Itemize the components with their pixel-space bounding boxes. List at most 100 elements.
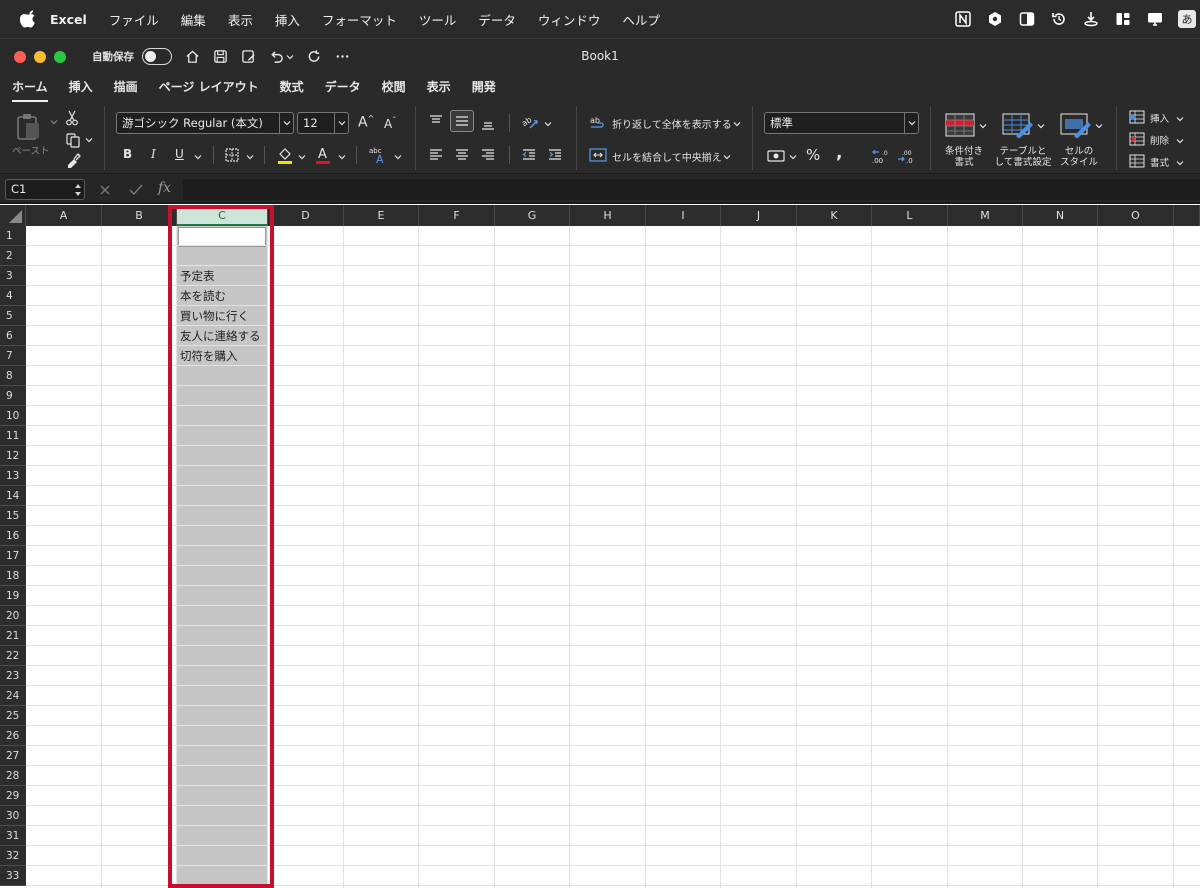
- insert-cells-button[interactable]: 挿入: [1150, 111, 1169, 125]
- font-color-icon[interactable]: A: [314, 145, 332, 165]
- undo-icon[interactable]: [268, 49, 284, 65]
- zoom-window-button[interactable]: [54, 50, 66, 63]
- worksheet-grid[interactable]: ABCDEFGHIJKLMNO 1 2 3 4 5 6 7 8 9 10 11 12 13 14 15 16 1…: [0, 205, 1200, 888]
- row-header-3[interactable]: 3: [0, 266, 26, 286]
- column-header-f[interactable]: F: [419, 205, 495, 226]
- column-header-e[interactable]: E: [344, 205, 419, 226]
- format-painter-icon[interactable]: [64, 152, 82, 168]
- row-header-33[interactable]: 33: [0, 866, 26, 886]
- wrap-text-button[interactable]: 折り返して全体を表示する: [612, 116, 732, 131]
- align-middle-icon[interactable]: [450, 110, 474, 132]
- row-header-24[interactable]: 24: [0, 686, 26, 706]
- decrease-font-size-icon[interactable]: Aˇ: [384, 116, 396, 131]
- autosave-toggle[interactable]: [142, 48, 172, 65]
- conditional-formatting-chevron-icon[interactable]: [979, 120, 987, 133]
- align-bottom-icon[interactable]: [479, 114, 497, 132]
- orientation-chevron-icon[interactable]: [544, 118, 552, 131]
- format-cells-icon[interactable]: [1128, 153, 1146, 169]
- accounting-chevron-icon[interactable]: [789, 151, 797, 164]
- wrap-text-chevron-icon[interactable]: [733, 118, 741, 131]
- display-mode-icon[interactable]: [1018, 10, 1036, 28]
- formula-input[interactable]: [183, 179, 1200, 200]
- decrease-decimal-icon[interactable]: .00.0: [896, 147, 916, 165]
- align-left-icon[interactable]: [427, 146, 445, 164]
- row-header-22[interactable]: 22: [0, 646, 26, 666]
- column-header-h[interactable]: H: [570, 205, 646, 226]
- row-header-27[interactable]: 27: [0, 746, 26, 766]
- row-header-19[interactable]: 19: [0, 586, 26, 606]
- cell-c7[interactable]: 切符を購入: [180, 346, 280, 366]
- underline-button[interactable]: U: [175, 147, 184, 161]
- menu-app-name[interactable]: Excel: [50, 12, 87, 27]
- cell-styles-button[interactable]: セルの スタイル: [1056, 146, 1102, 168]
- delete-cells-icon[interactable]: [1128, 131, 1146, 147]
- tab-view[interactable]: 表示: [427, 74, 451, 102]
- italic-button[interactable]: I: [151, 147, 156, 161]
- column-header-c[interactable]: C: [177, 205, 268, 226]
- font-name-select[interactable]: 游ゴシック Regular (本文): [116, 112, 294, 134]
- active-cell-c1[interactable]: [178, 227, 266, 247]
- align-top-icon[interactable]: [427, 112, 445, 130]
- confirm-entry-icon[interactable]: [127, 181, 145, 199]
- comma-style-button[interactable]: ,: [836, 143, 842, 163]
- row-header-18[interactable]: 18: [0, 566, 26, 586]
- insert-cells-chevron-icon[interactable]: [1176, 113, 1184, 126]
- cell-styles-icon[interactable]: [1060, 112, 1092, 138]
- column-header-d[interactable]: D: [268, 205, 344, 226]
- row-header-10[interactable]: 10: [0, 406, 26, 426]
- row-header-23[interactable]: 23: [0, 666, 26, 686]
- menu-help[interactable]: ヘルプ: [622, 10, 660, 29]
- apple-icon[interactable]: [20, 10, 38, 28]
- copy-icon[interactable]: [64, 132, 82, 148]
- menu-data[interactable]: データ: [478, 10, 516, 29]
- row-header-8[interactable]: 8: [0, 366, 26, 386]
- tab-page-layout[interactable]: ページ レイアウト: [159, 74, 259, 102]
- row-header-31[interactable]: 31: [0, 826, 26, 846]
- save-icon[interactable]: [212, 49, 228, 65]
- column-header-o[interactable]: O: [1098, 205, 1174, 226]
- notion-icon[interactable]: [954, 10, 972, 28]
- insert-cells-icon[interactable]: [1128, 109, 1146, 125]
- borders-icon[interactable]: [224, 147, 240, 163]
- tab-insert[interactable]: 挿入: [69, 74, 93, 102]
- tab-formulas[interactable]: 数式: [280, 74, 304, 102]
- row-header-12[interactable]: 12: [0, 446, 26, 466]
- cell-styles-chevron-icon[interactable]: [1095, 120, 1103, 133]
- orientation-icon[interactable]: ab: [520, 113, 540, 131]
- row-header-29[interactable]: 29: [0, 786, 26, 806]
- decrease-indent-icon[interactable]: [520, 146, 538, 164]
- row-header-25[interactable]: 25: [0, 706, 26, 726]
- align-center-icon[interactable]: [453, 146, 471, 164]
- row-header-15[interactable]: 15: [0, 506, 26, 526]
- paste-icon[interactable]: [14, 112, 44, 142]
- increase-font-size-icon[interactable]: A^: [358, 114, 374, 131]
- row-header-11[interactable]: 11: [0, 426, 26, 446]
- format-as-table-button[interactable]: テーブルと して書式設定: [992, 146, 1054, 168]
- history-icon[interactable]: [1050, 10, 1068, 28]
- row-header-1[interactable]: 1: [0, 226, 26, 246]
- row-header-4[interactable]: 4: [0, 286, 26, 306]
- underline-chevron-icon[interactable]: [194, 151, 202, 164]
- menu-view[interactable]: 表示: [228, 10, 253, 29]
- borders-chevron-icon[interactable]: [246, 151, 254, 164]
- cell-c4[interactable]: 本を読む: [180, 286, 280, 306]
- input-method-indicator[interactable]: あ: [1178, 10, 1196, 28]
- menu-tools[interactable]: ツール: [419, 10, 457, 29]
- cell-c5[interactable]: 買い物に行く: [180, 306, 280, 326]
- delete-cells-button[interactable]: 削除: [1150, 133, 1169, 147]
- font-color-chevron-icon[interactable]: [338, 151, 346, 164]
- number-format-select[interactable]: 標準: [764, 112, 919, 134]
- close-window-button[interactable]: [14, 50, 26, 63]
- row-header-7[interactable]: 7: [0, 346, 26, 366]
- column-header-b[interactable]: B: [102, 205, 177, 226]
- column-header-n[interactable]: N: [1023, 205, 1098, 226]
- minimize-window-button[interactable]: [34, 50, 46, 63]
- row-header-2[interactable]: 2: [0, 246, 26, 266]
- tab-review[interactable]: 校閲: [382, 74, 406, 102]
- column-header-i[interactable]: I: [646, 205, 721, 226]
- column-header-g[interactable]: G: [495, 205, 570, 226]
- redo-icon[interactable]: [306, 49, 322, 65]
- merge-center-icon[interactable]: [588, 146, 608, 164]
- row-header-30[interactable]: 30: [0, 806, 26, 826]
- row-header-32[interactable]: 32: [0, 846, 26, 866]
